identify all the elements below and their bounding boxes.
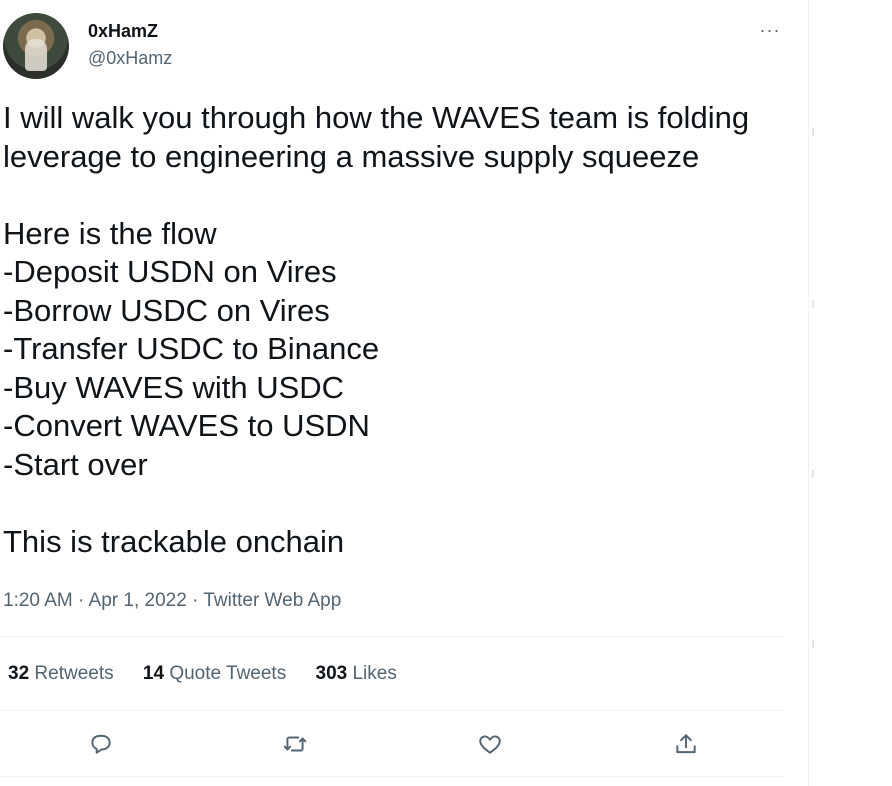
more-icon[interactable]: ··· — [756, 18, 784, 42]
column-border — [808, 0, 809, 786]
quote-tweets-label: Quote Tweets — [169, 663, 287, 684]
scroll-mark — [812, 128, 814, 136]
tweet-detail: 0xHamZ @0xHamz ··· I will walk you throu… — [0, 0, 786, 786]
like-button[interactable] — [474, 728, 506, 760]
tweet-text: I will walk you through how the WAVES te… — [3, 100, 750, 559]
share-button[interactable] — [670, 728, 702, 760]
retweets-label: Retweets — [34, 663, 114, 684]
engagement-stats: 32 Retweets 14 Quote Tweets 303 Likes — [8, 662, 421, 686]
retweet-button[interactable] — [279, 728, 311, 760]
divider — [0, 776, 784, 777]
author-handle[interactable]: @0xHamz — [88, 47, 172, 69]
reply-icon — [91, 734, 111, 754]
like-icon — [479, 735, 501, 754]
quote-tweets-stat[interactable]: 14 Quote Tweets — [143, 662, 286, 686]
share-icon — [676, 734, 696, 754]
avatar[interactable] — [3, 13, 69, 79]
retweet-icon — [283, 736, 307, 752]
likes-stat[interactable]: 303 Likes — [316, 662, 397, 686]
divider — [0, 636, 784, 637]
retweets-count: 32 — [8, 663, 30, 684]
reply-button[interactable] — [85, 728, 117, 760]
retweets-stat[interactable]: 32 Retweets — [8, 662, 114, 686]
action-bar — [0, 722, 784, 766]
author-display-name[interactable]: 0xHamZ — [88, 20, 158, 42]
scroll-mark — [812, 640, 814, 648]
likes-label: Likes — [352, 663, 397, 684]
scroll-mark — [812, 470, 814, 478]
likes-count: 303 — [315, 663, 348, 684]
divider — [0, 710, 784, 711]
avatar-figure — [25, 39, 47, 71]
tweet-meta[interactable]: 1:20 AM · Apr 1, 2022 · Twitter Web App — [3, 589, 341, 613]
quote-tweets-count: 14 — [142, 663, 165, 684]
scroll-mark — [812, 300, 814, 308]
